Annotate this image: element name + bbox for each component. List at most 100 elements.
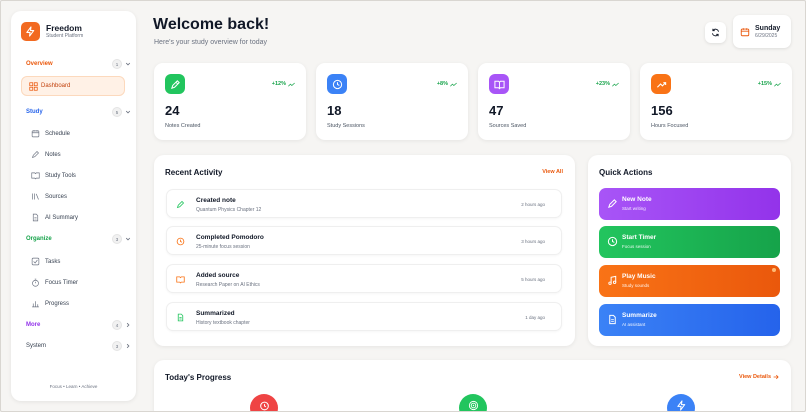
brand-name: Freedom [46, 23, 82, 33]
stat-trend: +23% [596, 81, 619, 87]
sidebar-item-progress[interactable]: Progress [26, 296, 130, 311]
action-title: Summarize [622, 312, 657, 319]
action-subtitle: Focus session [622, 244, 651, 249]
sidebar-item-tasks[interactable]: Tasks [26, 254, 130, 269]
section-organize[interactable]: Organize 3 [26, 233, 131, 245]
date-card: Sunday 6/29/2025 [733, 15, 791, 48]
refresh-icon [712, 28, 719, 37]
section-count: 4 [112, 320, 122, 330]
section-title: Study [26, 109, 43, 115]
quick-actions-panel: Quick Actions New Note Start writing Sta… [588, 155, 791, 346]
refresh-button[interactable] [705, 22, 726, 43]
section-count: 3 [112, 341, 122, 351]
panel-title: Recent Activity [165, 168, 223, 177]
sidebar-item-ai-summary[interactable]: AI Summary [26, 210, 130, 225]
stat-card-sources[interactable]: +23% 47 Sources Saved [478, 63, 630, 140]
document-icon [177, 313, 184, 322]
activity-row[interactable]: Completed Pomodoro 25-minute focus sessi… [166, 226, 562, 255]
section-title: System [26, 343, 47, 349]
document-icon [609, 314, 616, 325]
section-more[interactable]: More 4 [26, 319, 131, 331]
library-icon [32, 193, 39, 200]
activity-time: 1 day ago [525, 315, 545, 320]
book-icon [489, 74, 509, 94]
trend-up-icon [651, 74, 671, 94]
sidebar-item-label: Schedule [45, 130, 71, 137]
chevron-right-icon [125, 322, 131, 328]
activity-time: 3 hours ago [521, 239, 545, 244]
chevron-right-icon [125, 343, 131, 349]
activity-title: Summarized [196, 310, 235, 317]
lightning-icon [21, 22, 40, 41]
page-title: Welcome back! [153, 16, 270, 33]
bar-chart-icon [32, 301, 39, 308]
stat-card-notes[interactable]: +12% 24 Notes Created [154, 63, 306, 140]
activity-time: 2 hours ago [521, 202, 545, 207]
action-title: Play Music [622, 273, 656, 280]
stat-label: Hours Focused [651, 123, 689, 129]
sidebar-item-study-tools[interactable]: Study Tools [26, 168, 130, 183]
section-title: More [26, 322, 41, 328]
section-count: 1 [112, 59, 122, 69]
stat-value: 47 [489, 103, 504, 118]
action-subtitle: AI assistant [622, 322, 646, 327]
stat-card-sessions[interactable]: +8% 18 Study Sessions [316, 63, 468, 140]
activity-row[interactable]: Added source Research Paper on AI Ethics… [166, 264, 562, 293]
stat-card-hours[interactable]: +15% 156 Hours Focused [640, 63, 792, 140]
date-value: 6/29/2025 [755, 32, 778, 39]
stat-value: 18 [327, 103, 342, 118]
sidebar-item-notes[interactable]: Notes [26, 147, 130, 162]
view-details-link[interactable]: View Details [739, 374, 779, 380]
activity-title: Added source [196, 272, 240, 279]
sidebar-item-dashboard[interactable]: Dashboard [21, 76, 125, 96]
activity-row[interactable]: Summarized History textbook chapter 1 da… [166, 302, 562, 331]
sidebar-item-label: Tasks [45, 258, 61, 265]
document-icon [32, 213, 39, 222]
activity-row[interactable]: Created note Quantum Physics Chapter 12 … [166, 189, 562, 218]
book-icon [176, 276, 185, 284]
activity-desc: 25-minute focus session [196, 244, 250, 250]
sidebar-item-schedule[interactable]: Schedule [26, 126, 130, 141]
sidebar-footer: Focus • Learn • Achieve [49, 384, 98, 389]
stat-value: 24 [165, 103, 180, 118]
view-all-link[interactable]: View All [542, 169, 563, 175]
page-subtitle: Here's your study overview for today [154, 39, 267, 46]
start-timer-button[interactable]: Start Timer Focus session [599, 226, 780, 258]
summarize-button[interactable]: Summarize AI assistant [599, 304, 780, 336]
brand-subtitle: Student Platform [46, 33, 84, 39]
sidebar-item-label: AI Summary [45, 214, 79, 221]
checkbox-icon [31, 257, 40, 266]
brand[interactable]: Freedom Student Platform [21, 22, 83, 41]
pen-icon [176, 200, 185, 209]
activity-desc: Research Paper on AI Ethics [196, 282, 260, 288]
pen-icon [608, 199, 617, 208]
action-title: New Note [622, 196, 652, 203]
section-count: 3 [112, 234, 122, 244]
section-study[interactable]: Study 5 [26, 106, 131, 118]
section-title: Overview [26, 61, 53, 67]
section-count: 5 [112, 107, 122, 117]
chevron-down-icon [125, 236, 131, 242]
sidebar-item-label: Sources [45, 193, 68, 200]
new-note-button[interactable]: New Note Start writing [599, 188, 780, 220]
stat-trend: +8% [437, 81, 457, 87]
music-icon [608, 275, 617, 285]
sidebar-item-label: Notes [45, 151, 61, 158]
activity-title: Completed Pomodoro [196, 234, 264, 241]
action-subtitle: Start writing [622, 206, 646, 211]
calendar-icon [740, 27, 750, 36]
section-overview[interactable]: Overview 1 [26, 58, 131, 70]
chevron-down-icon [125, 109, 131, 115]
stat-trend: +12% [272, 81, 295, 87]
activity-desc: Quantum Physics Chapter 12 [196, 207, 262, 213]
trend-up-icon [774, 82, 781, 86]
section-system[interactable]: System 3 [26, 340, 131, 352]
stat-label: Sources Saved [489, 123, 527, 129]
sidebar-item-focus-timer[interactable]: Focus Timer [26, 275, 130, 290]
clock-icon [176, 237, 185, 246]
play-music-button[interactable]: Play Music Study sounds [599, 265, 780, 297]
activity-desc: History textbook chapter [196, 320, 250, 326]
recent-activity-panel: Recent Activity View All Created note Qu… [154, 155, 575, 346]
stat-label: Study Sessions [327, 123, 365, 129]
sidebar-item-sources[interactable]: Sources [26, 189, 130, 204]
